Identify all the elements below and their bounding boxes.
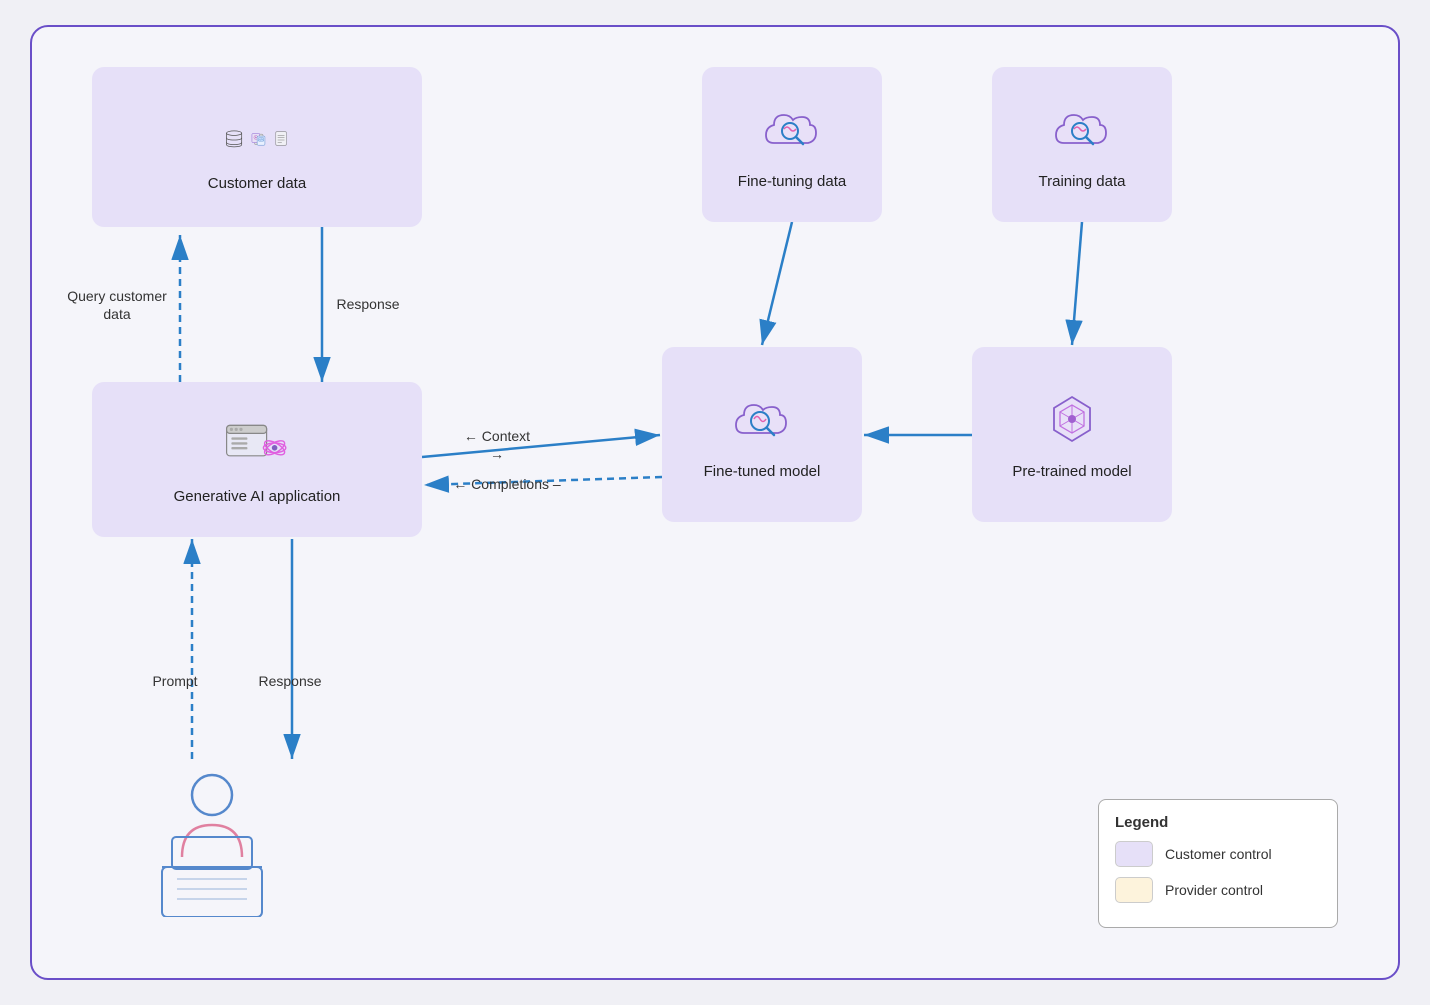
legend-box: Legend Customer control Provider control [1098, 799, 1338, 928]
legend-title: Legend [1115, 814, 1321, 831]
user-area [142, 757, 302, 917]
gen-ai-box: Generative AI application [92, 382, 422, 537]
customer-swatch [1115, 841, 1153, 867]
completions-label: ← Completions – [452, 475, 562, 493]
query-label: Query customer data [62, 287, 172, 323]
legend-provider-item: Provider control [1115, 877, 1321, 903]
gen-ai-label: Generative AI application [174, 487, 341, 507]
response-bottom-label: Response [250, 672, 330, 690]
finetuning-data-label: Fine-tuning data [738, 172, 846, 192]
customer-data-icon [225, 102, 289, 166]
provider-swatch [1115, 877, 1153, 903]
finetuned-model-icon [730, 390, 794, 454]
context-label: ← Context → [457, 427, 537, 463]
training-data-label: Training data [1039, 172, 1126, 192]
training-data-box: Training data [992, 67, 1172, 222]
gen-ai-icon [225, 415, 289, 479]
pretrained-model-label: Pre-trained model [1012, 462, 1131, 482]
prompt-label: Prompt [140, 672, 210, 690]
user-icon [142, 757, 302, 917]
diagram-container: Customer data Generative AI [30, 25, 1400, 980]
customer-data-box: Customer data [92, 67, 422, 227]
legend-customer-label: Customer control [1165, 846, 1272, 862]
finetuned-model-label: Fine-tuned model [704, 462, 821, 482]
legend-customer-item: Customer control [1115, 841, 1321, 867]
customer-data-label: Customer data [208, 174, 306, 194]
training-data-icon [1050, 100, 1114, 164]
finetuning-data-icon [760, 100, 824, 164]
finetuning-data-box: Fine-tuning data [702, 67, 882, 222]
response-top-label: Response [328, 295, 408, 313]
pretrained-model-icon [1040, 390, 1104, 454]
finetuned-model-box: Fine-tuned model [662, 347, 862, 522]
pretrained-model-box: Pre-trained model [972, 347, 1172, 522]
legend-provider-label: Provider control [1165, 882, 1263, 898]
